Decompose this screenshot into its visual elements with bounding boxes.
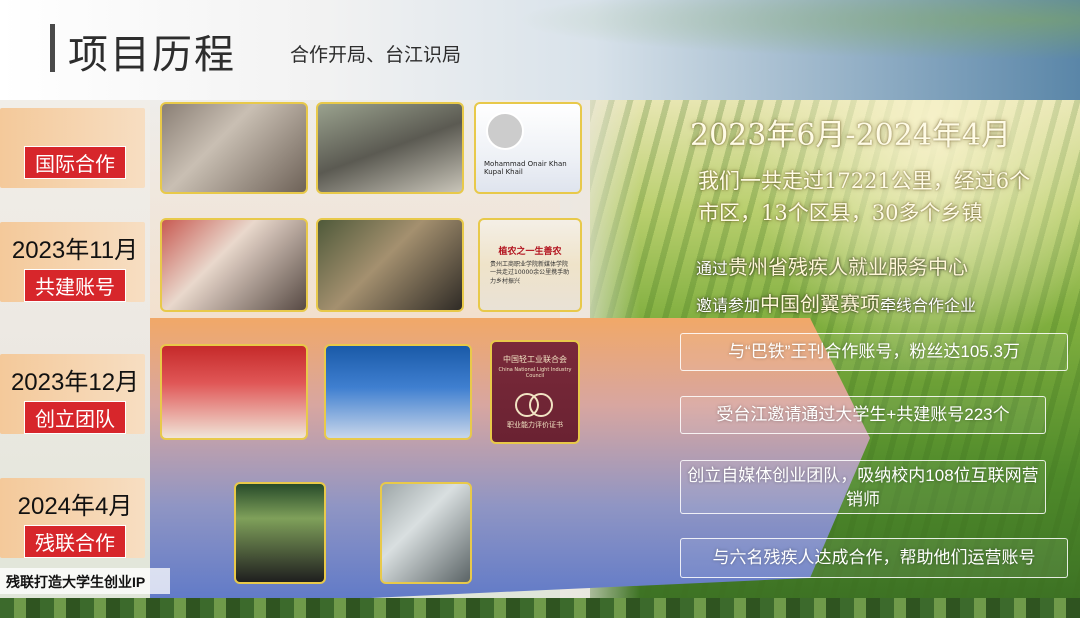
milestone-2023-12: 2023年12月 创立团队 xyxy=(0,362,150,434)
invite-organization: 贵州省残疾人就业服务中心 xyxy=(728,255,969,279)
fact-box-1: 与“巴铁”王刊合作账号，粉丝达105.3万 xyxy=(680,333,1068,371)
photo-outdoor-pair xyxy=(316,102,464,194)
photo-caption: 残联打造大学生创业IP xyxy=(0,568,170,594)
milestone-tag: 残联合作 xyxy=(24,525,126,558)
certificate-face: 中国轻工业联合会 China National Light Industry C… xyxy=(492,342,578,442)
invite-middle: 邀请参加 xyxy=(696,298,761,315)
fact-box-3: 创立自媒体创业团队，吸纳校内108位互联网营销师 xyxy=(680,460,1046,514)
article-body: 贵州工商职业学院新媒体学院一共走过10000余公里携手助力乡村振兴 xyxy=(490,261,570,285)
certificate-title: 职业能力评价证书 xyxy=(507,421,563,429)
avatar xyxy=(486,112,524,150)
page-title: 项目历程 xyxy=(68,32,236,78)
title-accent-bar xyxy=(50,24,55,72)
milestone-year: 2023年12月 xyxy=(10,369,140,396)
certificate-logo-icon xyxy=(515,393,555,417)
invite-prefix: 通过 xyxy=(696,261,729,278)
milestone-tag: 国际合作 xyxy=(24,146,126,179)
certificate-org: 中国轻工业联合会 xyxy=(503,355,567,364)
photo-social-profile: Mohammad Onair Khan Kupal Khail xyxy=(474,102,582,194)
milestone-2024-04: 2024年4月 残联合作 xyxy=(0,486,150,558)
milestone-year: 2023年11月 xyxy=(11,237,139,264)
milestone-year: 2024年4月 xyxy=(17,493,133,520)
timeline-period: 2023年6月-2024年4月 xyxy=(690,118,1012,153)
milestone-international: 国际合作 xyxy=(0,142,150,179)
photo-computer-lab xyxy=(380,482,472,584)
milestone-2023-11: 2023年11月 共建账号 xyxy=(0,230,150,302)
page-subtitle: 合作开局、台江识局 xyxy=(290,44,462,66)
invitation-text: 通过贵州省残疾人就业服务中心 邀请参加中国创翼赛项牵线合作企业 xyxy=(696,250,1056,324)
photo-news-article: 植农之一生善农 贵州工商职业学院新媒体学院一共走过10000余公里携手助力乡村振… xyxy=(478,218,582,312)
invite-suffix: 牵线合作企业 xyxy=(880,298,977,315)
invite-competition: 中国创翼赛项 xyxy=(760,292,881,316)
fact-box-4: 与六名残疾人达成合作，帮助他们运营账号 xyxy=(680,538,1068,578)
bottom-foliage-strip xyxy=(0,598,1080,618)
certificate-org-en: China National Light Industry Council xyxy=(498,367,572,379)
photo-certificate: 中国轻工业联合会 China National Light Industry C… xyxy=(490,340,580,444)
photo-short-video xyxy=(234,482,326,584)
photo-meeting-group xyxy=(160,218,308,312)
milestone-tag: 创立团队 xyxy=(24,401,126,434)
article-heading: 植农之一生善农 xyxy=(498,247,562,257)
photo-village-visit xyxy=(316,218,464,312)
photo-classroom-handshake xyxy=(160,102,308,194)
profile-name: Mohammad Onair Khan Kupal Khail xyxy=(484,160,567,176)
photo-team-ceremony-red xyxy=(160,344,308,440)
photo-team-ceremony-blue xyxy=(324,344,472,440)
distance-summary: 我们一共走过17221公里，经过6个市区，13个区县，30多个乡镇 xyxy=(698,169,1031,225)
milestone-tag: 共建账号 xyxy=(24,269,126,302)
fact-box-2: 受台江邀请通过大学生+共建账号223个 xyxy=(680,396,1046,434)
